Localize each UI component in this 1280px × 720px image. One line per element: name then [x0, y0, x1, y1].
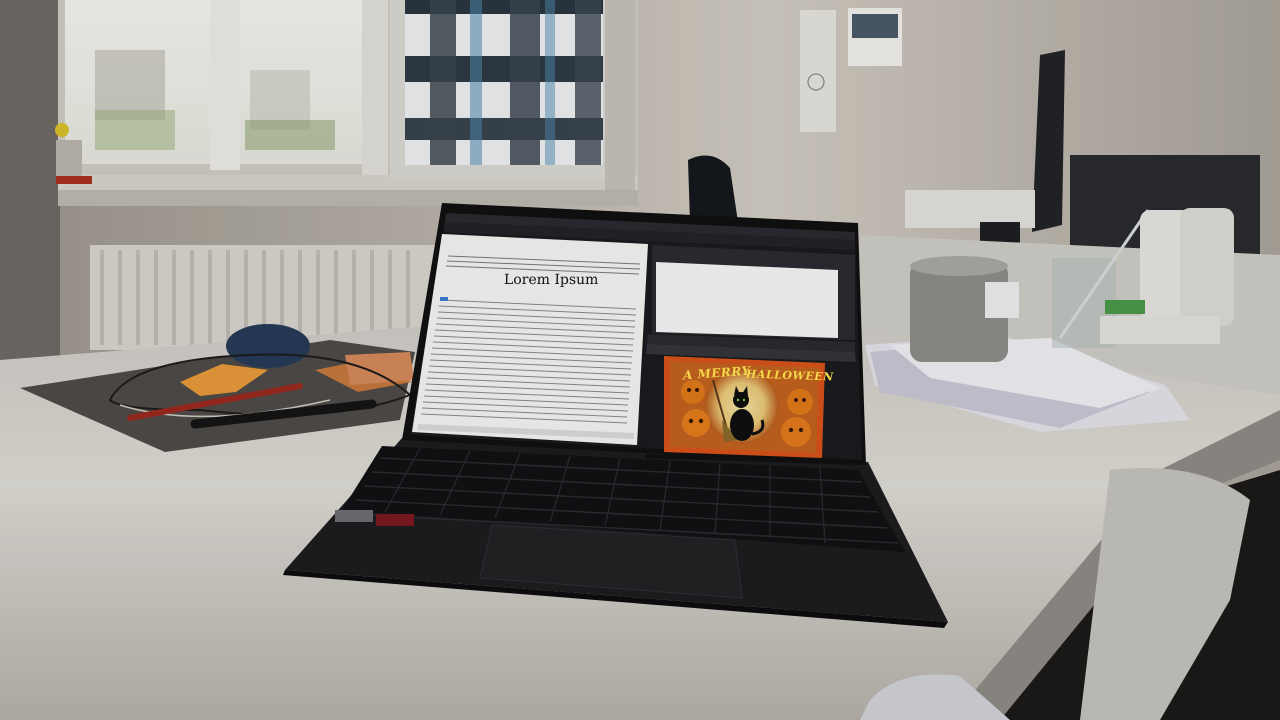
document-heading: Lorem Ipsum	[503, 272, 599, 288]
scene-illustration	[0, 0, 1280, 720]
office-desk-scene: Lorem Ipsum A MERRY HALLOWEEN	[0, 0, 1280, 720]
